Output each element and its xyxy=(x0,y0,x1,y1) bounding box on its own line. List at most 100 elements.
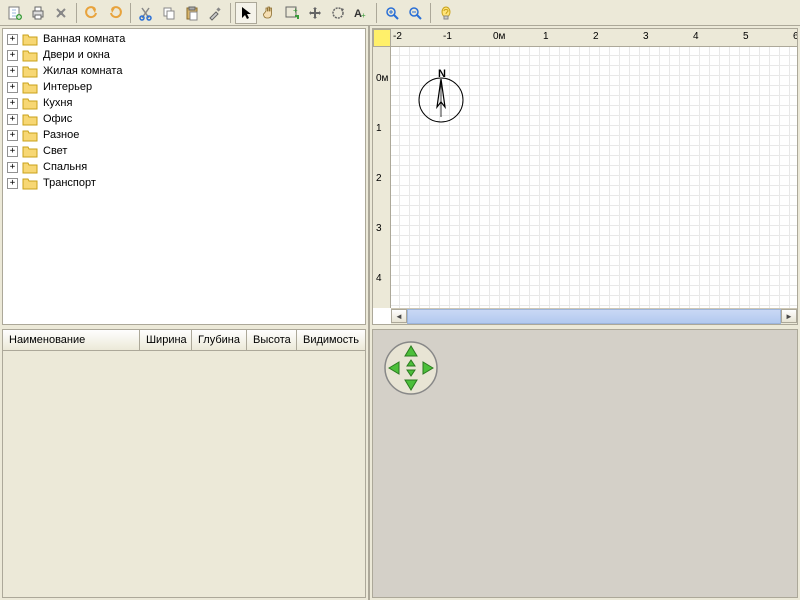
scroll-track[interactable] xyxy=(407,309,781,324)
scroll-left-button[interactable]: ◄ xyxy=(391,309,407,323)
move-button[interactable] xyxy=(304,2,326,24)
text-tool-button[interactable]: A+ xyxy=(350,2,372,24)
tree-item-label: Свет xyxy=(43,145,67,157)
zoom-in-button[interactable] xyxy=(381,2,403,24)
redo-button[interactable] xyxy=(104,2,126,24)
folder-icon xyxy=(22,160,38,174)
tree-item[interactable]: + Интерьер xyxy=(3,79,365,95)
horizontal-ruler[interactable]: -2 -1 0м 1 2 3 4 5 6 xyxy=(391,29,797,47)
new-plan-button[interactable] xyxy=(4,2,26,24)
tree-item-label: Офис xyxy=(43,113,72,125)
tree-item-label: Ванная комната xyxy=(43,33,125,45)
expand-icon[interactable]: + xyxy=(7,146,18,157)
left-column: + Ванная комната + Двери и окна + Жилая … xyxy=(0,26,370,600)
add-wall-button[interactable]: + xyxy=(281,2,303,24)
navigation-wheel[interactable] xyxy=(383,340,439,396)
tree-item-label: Разное xyxy=(43,129,79,141)
tree-item[interactable]: + Жилая комната xyxy=(3,63,365,79)
expand-icon[interactable]: + xyxy=(7,98,18,109)
ruler-tick: 1 xyxy=(543,31,549,42)
expand-icon[interactable]: + xyxy=(7,66,18,77)
furniture-tree[interactable]: + Ванная комната + Двери и окна + Жилая … xyxy=(2,28,366,325)
ruler-origin[interactable] xyxy=(373,29,391,47)
tree-item[interactable]: + Транспорт xyxy=(3,175,365,191)
column-visibility[interactable]: Видимость xyxy=(297,330,365,350)
plan-grid[interactable]: N xyxy=(391,47,797,308)
expand-icon[interactable]: + xyxy=(7,114,18,125)
table-body[interactable] xyxy=(3,351,365,597)
ruler-tick: 0м xyxy=(493,31,505,42)
rotate-tool-button[interactable] xyxy=(327,2,349,24)
plan-view: -2 -1 0м 1 2 3 4 5 6 0м 1 2 3 4 xyxy=(372,28,798,325)
ruler-tick: 4 xyxy=(693,31,699,42)
folder-icon xyxy=(22,112,38,126)
hint-button[interactable] xyxy=(435,2,457,24)
ruler-tick: 2 xyxy=(376,173,382,184)
tree-item[interactable]: + Офис xyxy=(3,111,365,127)
ruler-tick: 5 xyxy=(743,31,749,42)
separator xyxy=(130,3,131,23)
svg-text:+: + xyxy=(293,6,298,15)
expand-icon[interactable]: + xyxy=(7,162,18,173)
tree-item[interactable]: + Двери и окна xyxy=(3,47,365,63)
folder-icon xyxy=(22,64,38,78)
folder-icon xyxy=(22,48,38,62)
folder-icon xyxy=(22,80,38,94)
tree-item-label: Жилая комната xyxy=(43,65,122,77)
ruler-tick: 2 xyxy=(593,31,599,42)
compass-label: N xyxy=(438,68,446,80)
expand-icon[interactable]: + xyxy=(7,50,18,61)
column-width[interactable]: Ширина xyxy=(140,330,192,350)
paste-button[interactable] xyxy=(181,2,203,24)
table-header: Наименование Ширина Глубина Высота Видим… xyxy=(3,330,365,351)
separator xyxy=(376,3,377,23)
furniture-table: Наименование Ширина Глубина Высота Видим… xyxy=(2,329,366,598)
column-height[interactable]: Высота xyxy=(247,330,297,350)
tree-item[interactable]: + Кухня xyxy=(3,95,365,111)
tree-item-label: Спальня xyxy=(43,161,87,173)
eyedropper-button[interactable] xyxy=(204,2,226,24)
ruler-tick: 3 xyxy=(643,31,649,42)
column-name[interactable]: Наименование xyxy=(3,330,140,350)
folder-icon xyxy=(22,176,38,190)
folder-icon xyxy=(22,144,38,158)
print-button[interactable] xyxy=(27,2,49,24)
expand-icon[interactable]: + xyxy=(7,178,18,189)
ruler-tick: 3 xyxy=(376,223,382,234)
ruler-tick: 6 xyxy=(793,31,797,42)
tree-item-label: Кухня xyxy=(43,97,72,109)
folder-icon xyxy=(22,96,38,110)
tree-item[interactable]: + Свет xyxy=(3,143,365,159)
preferences-button[interactable] xyxy=(50,2,72,24)
expand-icon[interactable]: + xyxy=(7,130,18,141)
expand-icon[interactable]: + xyxy=(7,82,18,93)
tree-item-label: Интерьер xyxy=(43,81,92,93)
pan-button[interactable] xyxy=(258,2,280,24)
ruler-tick: 1 xyxy=(376,123,382,134)
tree-item[interactable]: + Разное xyxy=(3,127,365,143)
tree-item-label: Двери и окна xyxy=(43,49,110,61)
horizontal-scrollbar[interactable]: ◄ ► xyxy=(391,308,797,324)
cut-button[interactable] xyxy=(135,2,157,24)
right-column: -2 -1 0м 1 2 3 4 5 6 0м 1 2 3 4 xyxy=(370,26,800,600)
compass-icon[interactable]: N xyxy=(411,67,471,127)
pointer-button[interactable] xyxy=(235,2,257,24)
column-depth[interactable]: Глубина xyxy=(192,330,247,350)
zoom-out-button[interactable] xyxy=(404,2,426,24)
folder-icon xyxy=(22,32,38,46)
ruler-tick: -2 xyxy=(393,31,402,42)
expand-icon[interactable]: + xyxy=(7,34,18,45)
tree-item[interactable]: + Спальня xyxy=(3,159,365,175)
main-area: + Ванная комната + Двери и окна + Жилая … xyxy=(0,26,800,600)
copy-button[interactable] xyxy=(158,2,180,24)
separator xyxy=(230,3,231,23)
undo-button[interactable] xyxy=(81,2,103,24)
tree-item-label: Транспорт xyxy=(43,177,96,189)
ruler-tick: 4 xyxy=(376,273,382,284)
scroll-right-button[interactable]: ► xyxy=(781,309,797,323)
main-toolbar: + A+ xyxy=(0,0,800,26)
tree-item[interactable]: + Ванная комната xyxy=(3,31,365,47)
vertical-ruler[interactable]: 0м 1 2 3 4 xyxy=(373,47,391,308)
3d-view[interactable] xyxy=(372,329,798,598)
separator xyxy=(76,3,77,23)
